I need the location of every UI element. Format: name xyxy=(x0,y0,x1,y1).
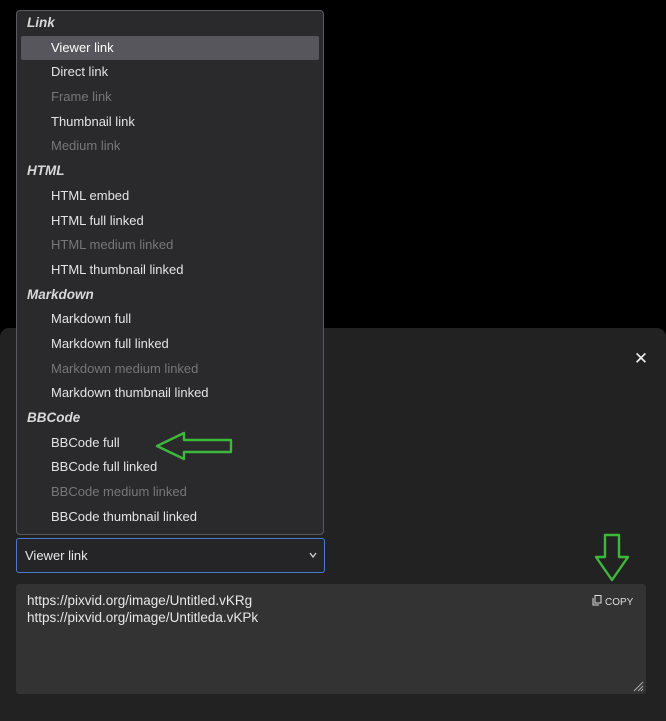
option-markdown-full-linked[interactable]: Markdown full linked xyxy=(21,332,319,357)
option-markdown-full[interactable]: Markdown full xyxy=(21,307,319,332)
option-thumbnail-link[interactable]: Thumbnail link xyxy=(21,110,319,135)
option-bbcode-medium-linked: BBCode medium linked xyxy=(51,484,187,500)
option-markdown-thumbnail-linked[interactable]: Markdown thumbnail linked xyxy=(21,381,319,406)
copy-label: COPY xyxy=(605,597,634,608)
option-frame-link: Frame link xyxy=(51,89,112,105)
option-medium-link: Medium link xyxy=(51,138,121,154)
group-label-link: Link xyxy=(27,15,55,30)
annotation-arrow-left-icon xyxy=(155,431,233,461)
annotation-arrow-down-icon xyxy=(594,533,630,582)
option-html-embed[interactable]: HTML embed xyxy=(21,184,319,209)
embed-format-select[interactable]: Viewer link xyxy=(16,538,325,573)
embed-code-line: https://pixvid.org/image/Untitleda.vKPk xyxy=(27,610,259,625)
chevron-down-icon xyxy=(308,539,318,586)
embed-codes-textarea[interactable]: https://pixvid.org/image/Untitled.vKRg h… xyxy=(16,584,646,694)
option-viewer-link[interactable]: Viewer link xyxy=(21,35,319,61)
group-label-html: HTML xyxy=(27,163,65,179)
option-bbcode-thumbnail-linked[interactable]: BBCode thumbnail linked xyxy=(21,505,319,530)
option-direct-link[interactable]: Direct link xyxy=(21,60,319,85)
resize-handle-icon[interactable] xyxy=(630,678,644,692)
option-html-thumbnail-linked[interactable]: HTML thumbnail linked xyxy=(21,258,319,283)
select-value: Viewer link xyxy=(25,548,88,563)
embed-code-line: https://pixvid.org/image/Untitled.vKRg xyxy=(27,593,253,608)
option-markdown-medium-linked: Markdown medium linked xyxy=(51,360,199,376)
option-html-full-linked[interactable]: HTML full linked xyxy=(21,209,319,234)
copy-button[interactable]: COPY xyxy=(592,595,634,611)
option-html-medium-linked: HTML medium linked xyxy=(51,237,174,253)
group-label-markdown: Markdown xyxy=(27,286,94,302)
copy-icon xyxy=(592,595,602,611)
close-icon[interactable]: ✕ xyxy=(632,350,650,368)
group-label-bbcode: BBCode xyxy=(27,410,81,425)
